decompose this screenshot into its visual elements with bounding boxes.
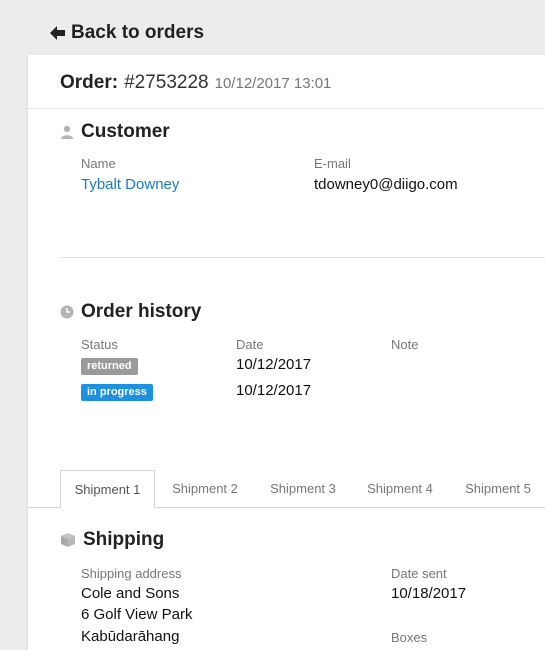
clock-icon xyxy=(60,305,74,319)
order-label: Order: xyxy=(60,72,119,93)
customer-name-link[interactable]: Tybalt Downey xyxy=(81,176,179,193)
shipping-section-title: Shipping xyxy=(60,529,164,551)
header-divider xyxy=(28,108,545,109)
status-badge-returned: returned xyxy=(81,358,138,375)
date-sent-label: Date sent xyxy=(391,566,447,581)
customer-email-label: E-mail xyxy=(314,156,351,171)
shipment-tabs: Shipment 1 Shipment 2 Shipment 3 Shipmen… xyxy=(28,470,545,509)
history-row-2-date: 10/12/2017 xyxy=(236,382,312,399)
status-badge-in-progress: in progress xyxy=(81,384,153,401)
boxes-label: Boxes xyxy=(391,630,428,645)
user-icon xyxy=(61,125,73,139)
tab-shipment-3[interactable]: Shipment 3 xyxy=(257,470,349,508)
tab-shipment-4[interactable]: Shipment 4 xyxy=(354,470,446,508)
history-status-label: Status xyxy=(81,337,118,352)
shipping-address-line-2: 6 Golf View Park xyxy=(81,606,193,623)
customer-email-value: tdowney0@diigo.com xyxy=(314,176,458,193)
tab-shipment-2[interactable]: Shipment 2 xyxy=(159,470,251,508)
customer-section-title: Customer xyxy=(60,121,170,143)
tab-shipment-1[interactable]: Shipment 1 xyxy=(60,470,155,509)
customer-divider xyxy=(60,257,545,258)
shipping-title: Shipping xyxy=(83,529,165,550)
shipping-address-line-1: Cole and Sons xyxy=(81,585,180,602)
customer-name-label: Name xyxy=(81,156,116,171)
history-row-1-date: 10/12/2017 xyxy=(236,356,312,373)
history-note-label: Note xyxy=(391,337,419,352)
date-sent-value: 10/18/2017 xyxy=(391,585,467,602)
order-datetime: 10/12/2017 13:01 xyxy=(214,75,332,92)
order-header: Order: #2753228 10/12/2017 13:01 xyxy=(60,72,331,94)
history-section-title: Order history xyxy=(60,301,201,323)
history-title: Order history xyxy=(81,301,202,322)
box-icon xyxy=(61,533,75,547)
customer-title: Customer xyxy=(81,121,170,142)
order-card: Order: #2753228 10/12/2017 13:01 Custome… xyxy=(28,55,545,650)
order-number: #2753228 xyxy=(124,72,209,93)
back-to-orders-label: Back to orders xyxy=(71,22,205,43)
tab-shipment-5[interactable]: Shipment 5 xyxy=(452,470,544,508)
shipping-address-label: Shipping address xyxy=(81,566,182,581)
back-to-orders-link[interactable]: Back to orders xyxy=(50,22,204,44)
history-date-label: Date xyxy=(236,337,264,352)
arrow-left-icon xyxy=(50,26,65,40)
shipping-address-line-3: Kabūdarāhang xyxy=(81,628,180,645)
